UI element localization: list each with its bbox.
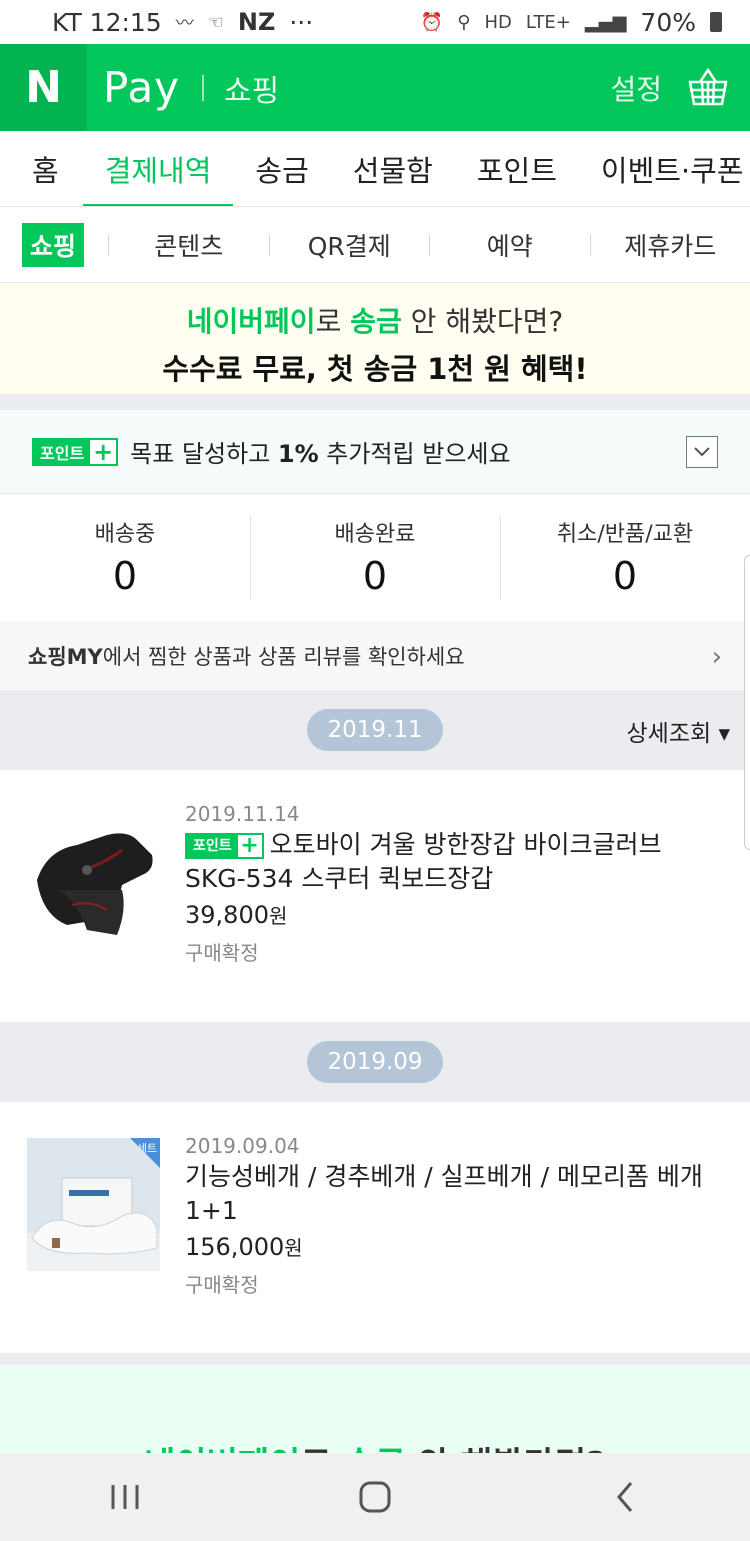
order-product-name[interactable]: 포인트 + 오토바이 겨울 방한장갑 바이크글러브 SKG-534 스쿠터 퀵보드장… [185,828,720,896]
month-pill: 2019.11 [307,709,443,751]
stat-label: 취소/반품/교환 [556,521,694,547]
back-button[interactable] [585,1467,665,1527]
sub-tabs: 쇼핑 콘텐츠 QR결제 예약 제휴카드 [0,207,750,283]
order-date: 2019.11.14 [185,802,300,826]
point-plus-badge: 포인트 + [32,437,119,466]
main-tabs: 홈 결제내역 송금 선물함 포인트 이벤트·쿠폰 [0,131,750,207]
battery-icon [710,12,722,32]
shopping-my-text: 쇼핑MY에서 찜한 상품과 상품 리뷰를 확인하세요 [28,644,465,669]
stat-value: 0 [612,553,638,598]
pillow-product-image: 세트 [27,1138,160,1271]
point-plus-bar[interactable]: 포인트 + 목표 달성하고 1% 추가적립 받으세요 [0,410,750,494]
month-pill: 2019.09 [307,1041,443,1083]
subtab-shopping[interactable]: 쇼핑 [22,222,85,267]
tab-points[interactable]: 포인트 [455,131,579,206]
order-status: 구매확정 [185,1273,259,1297]
header-divider [202,74,205,101]
settings-button[interactable]: 설정 [610,68,662,108]
banner-line-1: 네이버페이로 송금 안 해봤다면? [186,305,564,338]
stat-label: 배송완료 [334,521,416,547]
shopping-basket-icon[interactable] [684,64,732,112]
order-date: 2019.09.04 [185,1134,300,1158]
nz-icon: NZ [237,8,276,36]
tab-payment-history[interactable]: 결제내역 [82,131,234,206]
remittance-banner[interactable]: 네이버페이로 송금 안 해봤다면? 수수료 무료, 첫 송금 1천 원 혜택! [0,284,750,394]
location-icon: ⚲ [457,11,471,33]
chevron-down-icon [694,447,710,457]
recent-apps-icon [111,1485,139,1509]
month-header: 2019.09 [0,1022,750,1102]
tab-events-coupons[interactable]: 이벤트·쿠폰 [579,131,750,206]
order-price: 156,000원 [185,1233,303,1261]
home-icon [359,1481,391,1513]
naver-logo[interactable]: N [0,44,87,131]
lte-icon: LTE+ [525,11,571,33]
chevron-right-icon: › [711,642,722,672]
section-gap [0,394,750,410]
stat-label: 배송중 [94,521,156,547]
app-header: N Pay 쇼핑 설정 [0,44,750,131]
order-product-name[interactable]: 기능성베개 / 경추베개 / 실프베개 / 메모리폼 베개 1+1 [185,1160,720,1228]
section-gap [0,1353,750,1365]
subtab-qr-payment[interactable]: QR결제 [270,227,430,263]
alarm-icon: ⏰ [420,11,444,33]
tab-remittance[interactable]: 송금 [233,131,330,206]
wave-icon: 〰 [175,13,194,34]
recent-apps-button[interactable] [85,1467,165,1527]
order-status: 구매확정 [185,941,259,965]
shopping-my-link[interactable]: 쇼핑MY에서 찜한 상품과 상품 리뷰를 확인하세요 › [0,621,750,690]
system-nav-bar [0,1453,750,1541]
subtab-reservation[interactable]: 예약 [430,227,590,263]
stat-delivered[interactable]: 배송완료 0 [250,515,500,600]
subtab-partner-card[interactable]: 제휴카드 [591,227,750,263]
stat-value: 0 [362,553,388,598]
banner-line-2: 수수료 무료, 첫 송금 1천 원 혜택! [162,352,588,386]
tab-home[interactable]: 홈 [0,131,83,206]
hd-icon: HD [484,11,512,33]
status-bar: KT 12:15 〰 ☜ NZ ··· ⏰ ⚲ HD LTE+ ▂▄▆ 70% [0,0,750,44]
shopping-title: 쇼핑 [224,73,280,109]
signal-icon: ▂▄▆ [584,11,627,33]
stat-cancel-return[interactable]: 취소/반품/교환 0 [500,515,750,600]
more-dots: ··· [289,7,314,37]
stat-shipping[interactable]: 배송중 0 [0,516,250,600]
scrollbar[interactable] [744,555,750,850]
carrier-time: KT 12:15 [52,7,162,37]
order-item[interactable]: 2019.11.14 포인트 + 오토바이 겨울 방한장갑 바이크글러브 SKG-5… [0,770,750,1022]
hand-icon: ☜ [207,11,224,33]
delivery-stats: 배송중 0 배송완료 0 취소/반품/교환 0 [0,495,750,620]
stat-value: 0 [112,553,138,598]
order-price: 39,800원 [185,901,288,929]
tab-gift-box[interactable]: 선물함 [331,131,455,206]
back-icon [617,1482,633,1512]
order-item[interactable]: 세트 2019.09.04 기능성베개 / 경추베개 / 실프베개 / 메모리폼… [0,1102,750,1353]
bottom-promo-banner[interactable]: 네이버페이로 송금 안 해봤다면? [0,1365,750,1455]
point-plus-text: 목표 달성하고 1% 추가적립 받으세요 [130,440,511,468]
expand-button[interactable] [686,436,718,468]
subtab-contents[interactable]: 콘텐츠 [109,227,269,263]
detail-view-button[interactable]: 상세조회 ▾ [627,714,731,748]
battery-percent: 70% [640,7,696,37]
pay-title[interactable]: Pay [103,63,180,112]
home-button[interactable] [335,1467,415,1527]
point-plus-badge: 포인트 + [185,833,264,859]
month-header: 2019.11 상세조회 ▾ [0,690,750,770]
glove-product-image [27,810,160,943]
